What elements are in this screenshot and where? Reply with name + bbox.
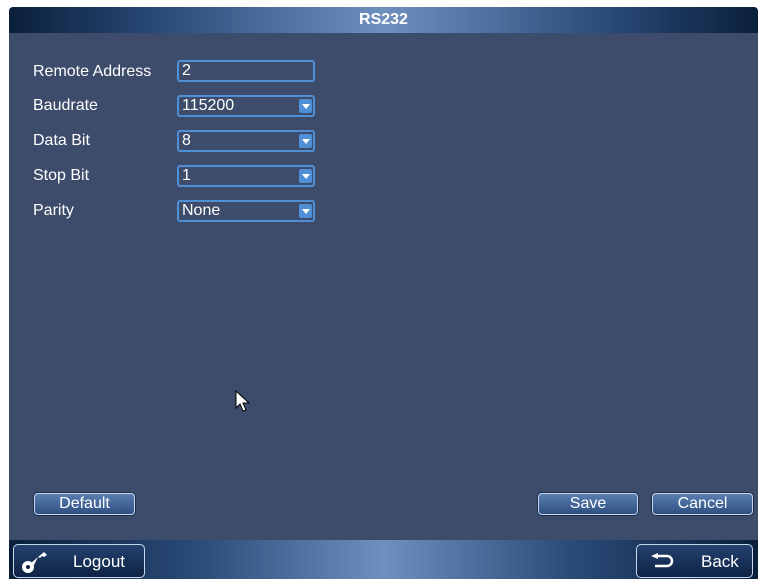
- stop-bit-value: 1: [182, 167, 191, 184]
- logout-label: Logout: [73, 552, 125, 571]
- mouse-pointer-icon: [235, 390, 251, 412]
- back-label: Back: [701, 552, 739, 571]
- remote-address-value: 2: [182, 62, 191, 79]
- baudrate-label: Baudrate: [33, 97, 98, 114]
- stop-bit-label: Stop Bit: [33, 167, 90, 184]
- chevron-down-icon[interactable]: [299, 99, 312, 113]
- cancel-button[interactable]: Cancel: [652, 493, 753, 515]
- title-bar: RS232: [9, 7, 758, 33]
- baudrate-value: 115200: [182, 97, 235, 114]
- parity-label: Parity: [33, 202, 74, 219]
- data-bit-label: Data Bit: [33, 132, 90, 149]
- settings-panel: [9, 33, 758, 540]
- baudrate-select[interactable]: 115200: [177, 95, 315, 117]
- chevron-down-icon[interactable]: [299, 134, 312, 148]
- logout-button[interactable]: Logout: [13, 544, 145, 578]
- remote-address-label: Remote Address: [33, 63, 152, 80]
- back-arrow-icon: [651, 553, 674, 568]
- data-bit-value: 8: [182, 132, 191, 149]
- window-title: RS232: [359, 11, 408, 28]
- save-button[interactable]: Save: [538, 493, 638, 515]
- back-button[interactable]: Back: [636, 544, 753, 578]
- data-bit-select[interactable]: 8: [177, 130, 315, 152]
- remote-address-input[interactable]: 2: [177, 60, 315, 82]
- parity-select[interactable]: None: [177, 200, 315, 222]
- stop-bit-select[interactable]: 1: [177, 165, 315, 187]
- chevron-down-icon[interactable]: [299, 204, 312, 218]
- chevron-down-icon[interactable]: [299, 169, 312, 183]
- key-icon: [22, 552, 47, 573]
- parity-value: None: [182, 202, 221, 219]
- default-button[interactable]: Default: [34, 493, 135, 515]
